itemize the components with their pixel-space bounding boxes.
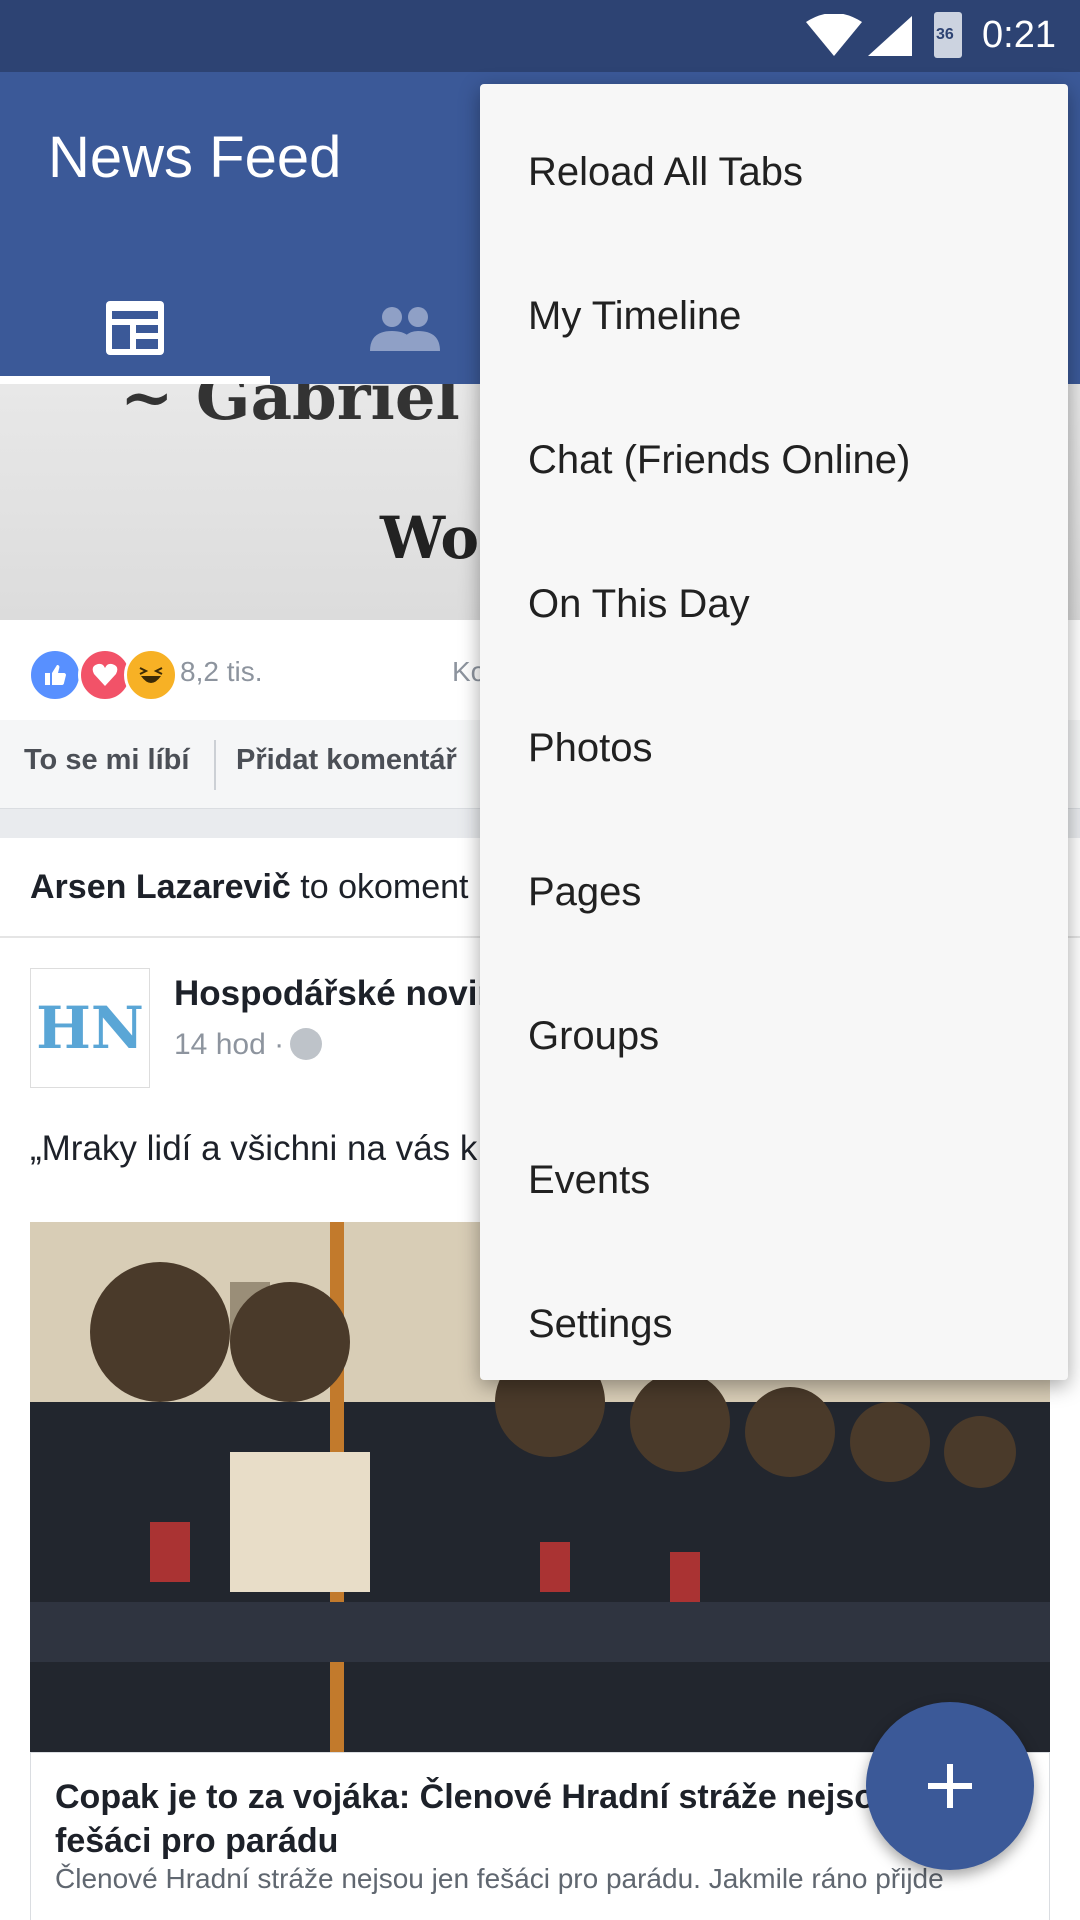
- menu-item-my-timeline[interactable]: My Timeline: [480, 244, 1068, 388]
- menu-item-label: My Timeline: [528, 293, 742, 338]
- menu-item-photos[interactable]: Photos: [480, 676, 1068, 820]
- menu-item-events[interactable]: Events: [480, 1108, 1068, 1252]
- like-button[interactable]: To se mi líbí: [24, 744, 189, 777]
- menu-item-on-this-day[interactable]: On This Day: [480, 532, 1068, 676]
- wifi-icon: [806, 14, 862, 56]
- tab-indicator: [0, 376, 270, 384]
- notice-user[interactable]: Arsen Lazarevič: [30, 868, 291, 906]
- menu-item-label: Photos: [528, 725, 653, 770]
- menu-item-label: Chat (Friends Online): [528, 437, 911, 482]
- globe-icon: [290, 1028, 322, 1060]
- page-name[interactable]: Hospodářské novin: [174, 974, 499, 1014]
- menu-item-label: Reload All Tabs: [528, 149, 803, 194]
- activity-notice: Arsen Lazarevič to okoment: [30, 868, 468, 907]
- overflow-menu: Reload All Tabs My Timeline Chat (Friend…: [480, 84, 1068, 1380]
- status-bar: 36 0:21: [0, 0, 1080, 72]
- haha-reaction-icon: [124, 648, 178, 702]
- menu-item-reload-all-tabs[interactable]: Reload All Tabs: [480, 100, 1068, 244]
- menu-item-settings[interactable]: Settings: [480, 1252, 1068, 1396]
- comment-button[interactable]: Přidat komentář: [236, 744, 457, 777]
- quote-image-text: ~ Gabriel G: [120, 384, 537, 435]
- news-feed-icon: [106, 301, 164, 355]
- link-description: Členové Hradní stráže nejsou jen fešáci …: [55, 1863, 944, 1894]
- new-post-fab[interactable]: [866, 1702, 1034, 1870]
- menu-item-label: Settings: [528, 1301, 673, 1346]
- post-time[interactable]: 14 hod ·: [174, 1028, 284, 1062]
- menu-item-chat[interactable]: Chat (Friends Online): [480, 388, 1068, 532]
- like-reaction-icon: [28, 648, 82, 702]
- friends-icon: [370, 307, 440, 351]
- divider: [214, 740, 216, 790]
- plus-icon: [928, 1764, 972, 1808]
- menu-item-groups[interactable]: Groups: [480, 964, 1068, 1108]
- cell-signal-icon: [868, 16, 912, 56]
- tab-news-feed[interactable]: [0, 272, 270, 384]
- menu-item-label: Pages: [528, 869, 642, 914]
- battery-icon: 36: [934, 12, 962, 58]
- menu-item-pages[interactable]: Pages: [480, 820, 1068, 964]
- reaction-count: 8,2 tis.: [180, 656, 263, 687]
- link-title: Copak je to za vojáka: Členové Hradní st…: [55, 1778, 896, 1860]
- battery-level: 36: [936, 26, 954, 43]
- page-avatar[interactable]: HN: [30, 968, 150, 1088]
- page-logo-text: HN: [36, 994, 144, 1062]
- menu-item-label: Events: [528, 1157, 651, 1202]
- menu-item-label: Groups: [528, 1013, 660, 1058]
- menu-item-label: On This Day: [528, 581, 750, 626]
- notice-text: to okoment: [300, 868, 469, 906]
- page-title: News Feed: [48, 125, 342, 190]
- clock: 0:21: [982, 14, 1056, 56]
